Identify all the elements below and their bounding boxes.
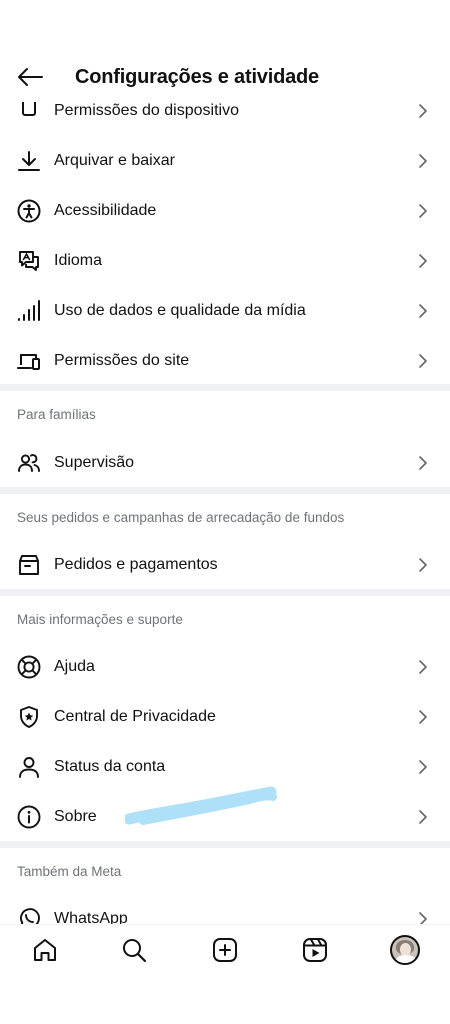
section-divider — [0, 589, 450, 596]
settings-item-label: WhatsApp — [54, 910, 128, 924]
profile-avatar — [390, 935, 420, 965]
section-title: Também da Meta — [17, 864, 122, 879]
chevron-right-icon — [418, 203, 428, 219]
chevron-right-icon — [418, 659, 428, 675]
download-icon — [17, 149, 41, 173]
home-icon — [34, 939, 56, 961]
nav-search[interactable] — [114, 930, 154, 970]
settings-item-orders-payments[interactable]: Pedidos e pagamentos — [0, 540, 450, 590]
nav-profile[interactable] — [385, 930, 425, 970]
settings-item-supervision[interactable]: Supervisão — [0, 438, 450, 488]
accessibility-icon — [17, 199, 41, 223]
bottom-nav — [0, 924, 450, 974]
section-title: Mais informações e suporte — [17, 612, 183, 627]
settings-item-label: Ajuda — [54, 658, 95, 675]
settings-item-label: Permissões do dispositivo — [54, 102, 239, 119]
signal-bars-icon — [17, 299, 41, 323]
section-divider — [0, 487, 450, 494]
chevron-right-icon — [418, 103, 428, 119]
arrow-left-icon — [18, 68, 43, 86]
settings-item-label: Supervisão — [54, 454, 135, 471]
settings-item-label: Idioma — [54, 252, 103, 269]
settings-item-label: Uso de dados e qualidade da mídia — [54, 302, 306, 319]
settings-item-accessibility[interactable]: Acessibilidade — [0, 186, 450, 236]
settings-item-label: Status da conta — [54, 758, 166, 775]
settings-item-data-usage[interactable]: Uso de dados e qualidade da mídia — [0, 286, 450, 336]
page-title: Configurações e atividade — [75, 65, 319, 88]
settings-item-label: Pedidos e pagamentos — [54, 556, 218, 573]
settings-item-site-permissions[interactable]: Permissões do site — [0, 336, 450, 386]
language-icon — [17, 249, 41, 273]
settings-item-label: Permissões do site — [54, 352, 190, 369]
settings-item-label: Acessibilidade — [54, 202, 157, 219]
chevron-right-icon — [418, 809, 428, 825]
section-divider — [0, 841, 450, 848]
chevron-right-icon — [418, 153, 428, 169]
back-button[interactable] — [0, 52, 58, 102]
settings-item-label: Central de Privacidade — [54, 708, 216, 725]
people-icon — [17, 451, 41, 475]
redaction-scribble — [125, 786, 277, 825]
info-icon — [17, 805, 41, 829]
settings-item-whatsapp[interactable]: WhatsApp — [0, 894, 450, 924]
whatsapp-icon — [17, 907, 41, 924]
settings-item-privacy-center[interactable]: Central de Privacidade — [0, 692, 450, 742]
laptop-phone-icon — [17, 349, 41, 373]
section-title: Seus pedidos e campanhas de arrecadação … — [17, 510, 345, 525]
header: Configurações e atividade — [0, 52, 450, 102]
nav-create[interactable] — [205, 930, 245, 970]
shield-star-icon — [17, 705, 41, 729]
lifebuoy-icon — [17, 655, 41, 679]
chevron-right-icon — [418, 303, 428, 319]
chevron-right-icon — [418, 557, 428, 573]
settings-item-help[interactable]: Ajuda — [0, 642, 450, 692]
create-icon — [213, 938, 237, 962]
person-icon — [17, 755, 41, 779]
search-icon — [123, 939, 147, 963]
chevron-right-icon — [418, 709, 428, 725]
section-title: Para famílias — [17, 407, 96, 422]
device-permissions-icon — [17, 99, 41, 123]
nav-reels[interactable] — [295, 930, 335, 970]
chevron-right-icon — [418, 253, 428, 269]
chevron-right-icon — [418, 911, 428, 924]
settings-item-archive-download[interactable]: Arquivar e baixar — [0, 136, 450, 186]
chevron-right-icon — [418, 353, 428, 369]
box-icon — [17, 553, 41, 577]
chevron-right-icon — [418, 455, 428, 471]
chevron-right-icon — [418, 759, 428, 775]
nav-home[interactable] — [25, 930, 65, 970]
reels-icon — [303, 938, 327, 962]
settings-item-language[interactable]: Idioma — [0, 236, 450, 286]
section-divider — [0, 384, 450, 391]
settings-item-label: Arquivar e baixar — [54, 152, 175, 169]
